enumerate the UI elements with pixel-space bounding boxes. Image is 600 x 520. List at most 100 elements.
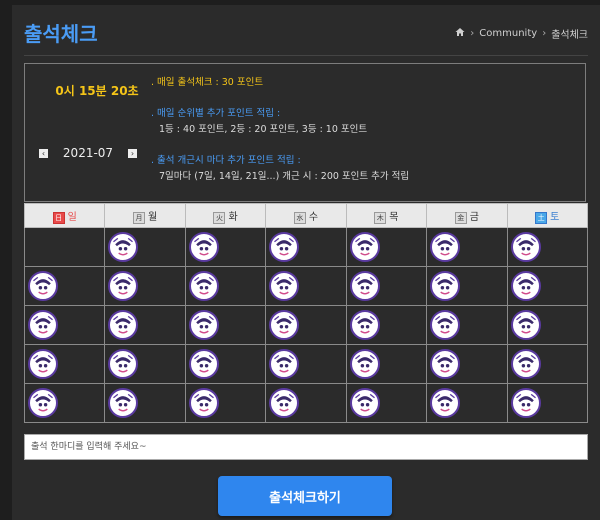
attendance-stamp-icon: [108, 232, 139, 262]
calendar-day-cell: [426, 344, 508, 384]
calendar-day-cell: [506, 344, 589, 384]
breadcrumb-community-link[interactable]: Community: [479, 28, 537, 39]
calendar-day-cell: [265, 305, 347, 345]
attendance-stamp-icon: [108, 388, 139, 418]
current-month: 2021-07: [62, 146, 114, 160]
weekday-thu: 木목: [345, 203, 428, 228]
weekday-label: 일: [67, 211, 77, 223]
rule-ranking: . 매일 순위별 추가 포인트 적립 : 1등 : 40 포인트, 2등 : 2…: [151, 105, 409, 135]
weekday-wed: 水수: [265, 203, 347, 228]
home-icon[interactable]: [455, 27, 465, 40]
calendar-day-cell: [23, 305, 106, 345]
calendar-day-cell: [23, 266, 106, 306]
calendar-day-cell: [426, 227, 508, 267]
calendar-day-cell: [104, 383, 186, 423]
sun-badge-icon: 日: [52, 211, 65, 224]
attendance-stamp-icon: [28, 271, 58, 301]
attendance-stamp-icon: [349, 310, 380, 340]
calendar-day-cell: [184, 227, 267, 267]
calendar-day-cell: [184, 383, 267, 423]
window-top-border: [0, 0, 600, 5]
attendance-stamp-icon: [510, 388, 541, 418]
attendance-stamp-icon: [430, 388, 461, 418]
tue-badge-icon: 火: [213, 211, 226, 224]
attendance-info-box: 0시 15분 20초 ‹ 2021-07 › . 매일 출석체크 : 30 포인…: [24, 63, 586, 202]
current-time: 0시 15분 20초: [55, 84, 139, 98]
weekday-header-row: 日일 月월 火화 水수 木목 金금 土토: [23, 203, 589, 228]
weekday-sun: 日일: [23, 203, 106, 228]
rule-title: . 출석 개근시 마다 추가 포인트 적립 :: [151, 155, 301, 166]
breadcrumb-separator-icon: ›: [470, 28, 475, 39]
attendance-stamp-icon: [269, 349, 300, 379]
calendar-day-cell: [506, 266, 589, 306]
calendar-day-cell: [345, 344, 428, 384]
calendar-day-cell: [23, 227, 106, 267]
attendance-stamp-icon: [28, 349, 58, 379]
attendance-stamp-icon: [269, 310, 300, 340]
window-left-border: [0, 0, 12, 520]
breadcrumb-separator-icon: ›: [542, 28, 547, 39]
calendar-day-cell: [104, 305, 186, 345]
calendar-week-row: [23, 344, 589, 384]
calendar-day-cell: [23, 383, 106, 423]
attendance-stamp-icon: [108, 310, 139, 340]
calendar-day-cell: [265, 227, 347, 267]
point-rules: . 매일 출석체크 : 30 포인트 . 매일 순위별 추가 포인트 적립 : …: [151, 74, 409, 199]
calendar-body: [23, 227, 589, 423]
attendance-stamp-icon: [349, 271, 380, 301]
attendance-stamp-icon: [510, 271, 541, 301]
calendar-day-cell: [506, 305, 589, 345]
attendance-stamp-icon: [430, 310, 461, 340]
calendar-day-cell: [426, 383, 508, 423]
rule-detail: 7일마다 (7일, 14일, 21일...) 개근 시 : 200 포인트 추가…: [159, 171, 410, 182]
rule-streak: . 출석 개근시 마다 추가 포인트 적립 : 7일마다 (7일, 14일, 2…: [151, 152, 409, 182]
calendar-day-cell: [265, 383, 347, 423]
wed-badge-icon: 水: [293, 211, 306, 224]
attendance-stamp-icon: [349, 232, 380, 262]
breadcrumb-current: 출석체크: [551, 30, 588, 41]
attendance-stamp-icon: [108, 349, 139, 379]
title-divider: [24, 55, 588, 56]
attendance-stamp-icon: [269, 232, 300, 262]
attendance-stamp-icon: [188, 232, 219, 262]
calendar-day-cell: [265, 344, 347, 384]
weekday-label: 금: [469, 211, 479, 223]
thu-badge-icon: 木: [374, 211, 387, 224]
calendar-day-cell: [426, 266, 508, 306]
weekday-mon: 月월: [104, 203, 186, 228]
calendar-day-cell: [184, 305, 267, 345]
calendar-day-cell: [184, 266, 267, 306]
calendar-day-cell: [345, 383, 428, 423]
calendar-day-cell: [104, 266, 186, 306]
calendar-day-cell: [104, 227, 186, 267]
attendance-stamp-icon: [28, 310, 58, 340]
calendar-day-cell: [104, 344, 186, 384]
attendance-stamp-icon: [269, 271, 300, 301]
fri-badge-icon: 金: [454, 211, 467, 224]
calendar-day-cell: [345, 266, 428, 306]
page-title: 출석체크: [24, 22, 98, 46]
mon-badge-icon: 月: [133, 211, 146, 224]
weekday-tue: 火화: [184, 203, 267, 228]
calendar-day-cell: [506, 383, 589, 423]
calendar-day-cell: [506, 227, 589, 267]
attendance-stamp-icon: [188, 310, 219, 340]
attendance-submit-button[interactable]: 출석체크하기: [218, 476, 392, 516]
next-month-button[interactable]: ›: [128, 148, 137, 158]
attendance-stamp-icon: [349, 349, 380, 379]
comment-input[interactable]: [24, 434, 588, 460]
sat-badge-icon: 土: [535, 211, 548, 224]
attendance-stamp-icon: [108, 271, 139, 301]
attendance-stamp-icon: [28, 388, 58, 418]
rule-title: . 매일 출석체크 : 30 포인트: [151, 77, 264, 88]
attendance-stamp-icon: [510, 232, 541, 262]
attendance-stamp-icon: [430, 232, 461, 262]
prev-month-button[interactable]: ‹: [39, 148, 48, 158]
calendar-day-cell: [23, 344, 106, 384]
weekday-label: 화: [228, 211, 238, 223]
breadcrumb: › Community › 출석체크: [455, 26, 588, 41]
weekday-label: 월: [148, 211, 158, 223]
attendance-stamp-icon: [510, 310, 541, 340]
rule-title: . 매일 순위별 추가 포인트 적립 :: [151, 108, 281, 119]
calendar-week-row: [23, 227, 589, 267]
